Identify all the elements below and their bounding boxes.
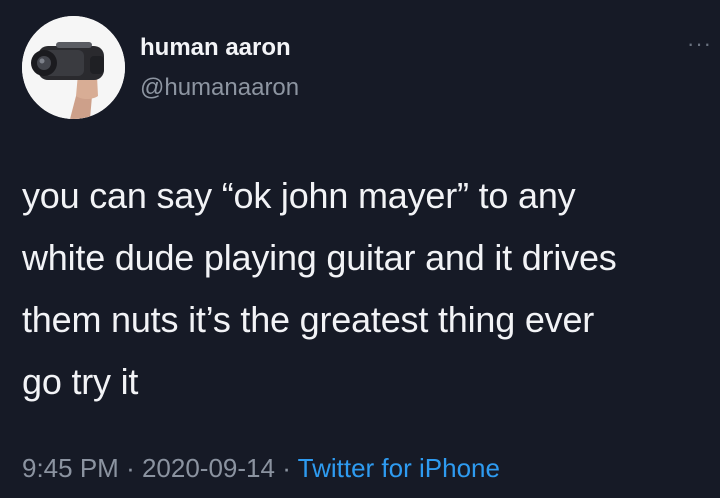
tweet-text-line: them nuts it’s the greatest thing ever: [22, 299, 595, 340]
tweet: human aaron @humanaaron ··· you can say …: [0, 0, 720, 498]
display-name[interactable]: human aaron: [140, 34, 291, 62]
avatar[interactable]: [22, 16, 125, 119]
more-horizontal-icon[interactable]: ···: [687, 33, 712, 55]
tweet-source-link[interactable]: Twitter for iPhone: [298, 453, 500, 483]
tweet-meta: 9:45 PM · 2020-09-14 · Twitter for iPhon…: [22, 452, 500, 484]
avatar-image: [22, 16, 125, 119]
tweet-text-line: white dude playing guitar and it drives: [22, 237, 617, 278]
handle[interactable]: @humanaaron: [140, 74, 299, 102]
tweet-text: you can say “ok john mayer” to any white…: [22, 165, 712, 413]
separator: ·: [282, 453, 291, 483]
tweet-text-line: go try it: [22, 361, 139, 402]
tweet-date[interactable]: 2020-09-14: [142, 453, 275, 483]
tweet-time[interactable]: 9:45 PM: [22, 453, 119, 483]
tweet-text-line: you can say “ok john mayer” to any: [22, 175, 576, 216]
separator: ·: [126, 453, 135, 483]
